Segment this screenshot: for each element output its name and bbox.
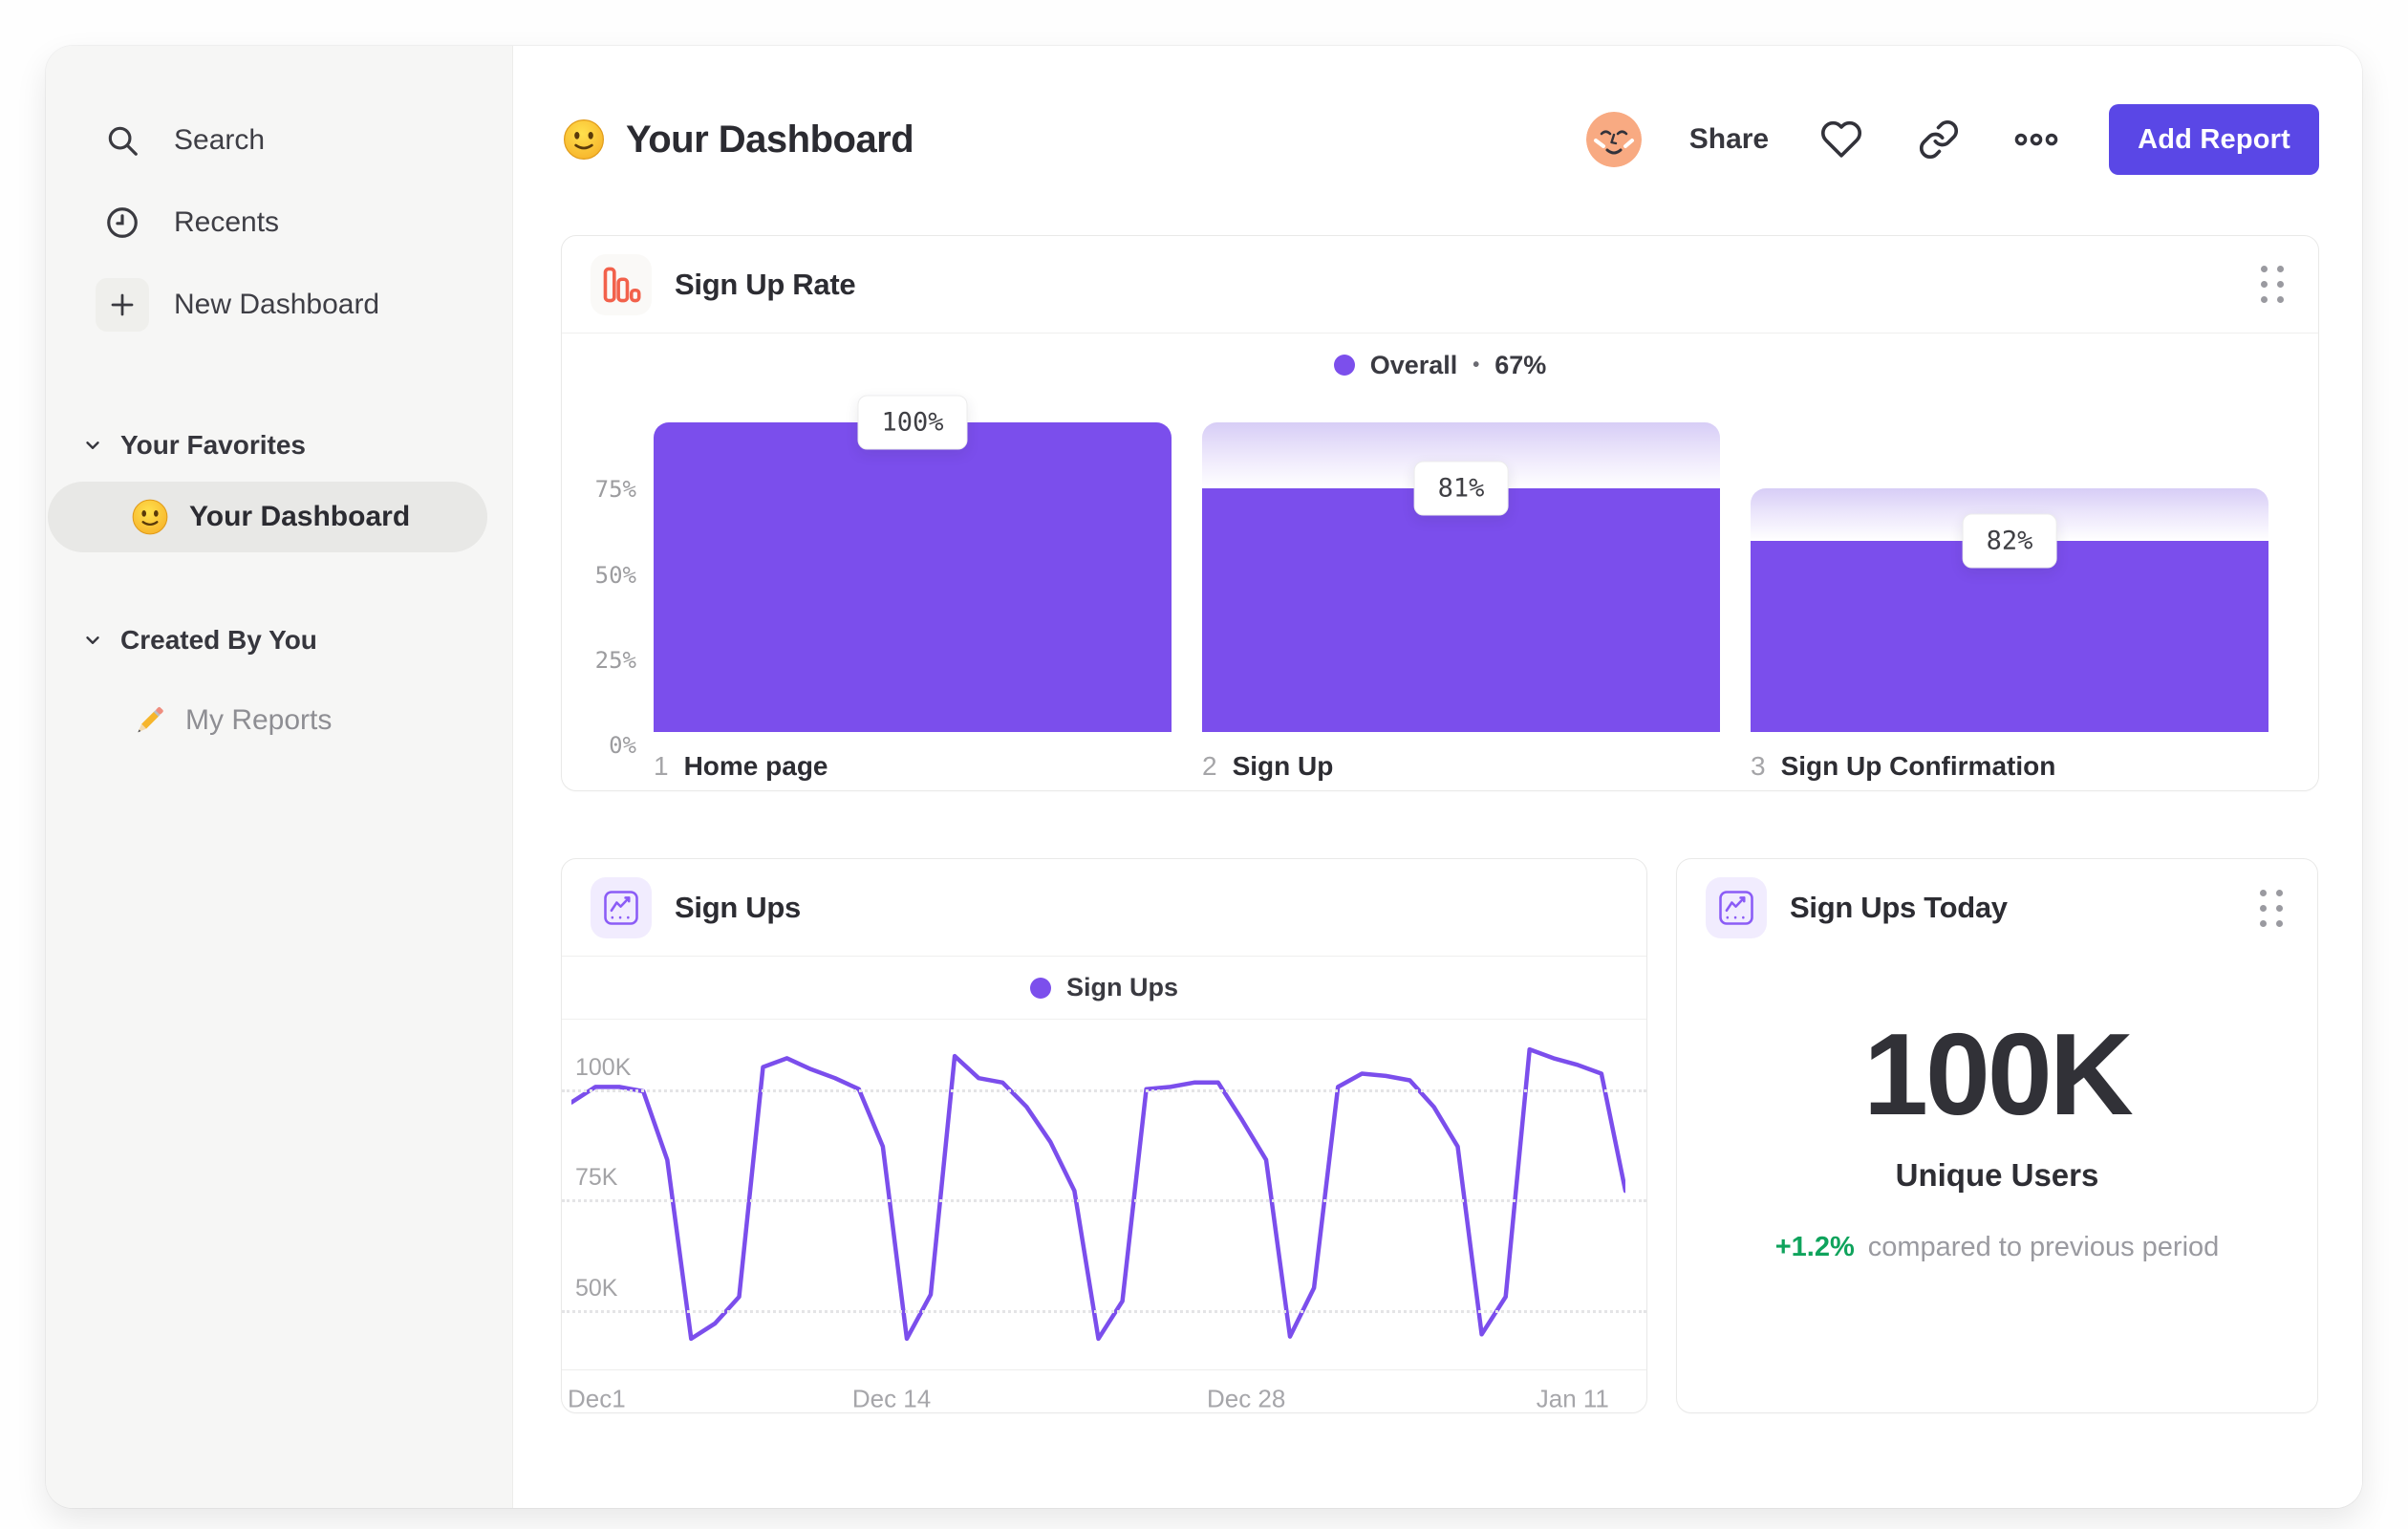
line-y-tick: 50K	[575, 1274, 618, 1302]
cards-row: Sign Ups Sign Ups 100K 75K 50K Dec1 Dec 14 D…	[561, 858, 2319, 1413]
sidebar-item-label: My Reports	[185, 704, 333, 736]
legend-separator: •	[1473, 354, 1480, 376]
sign-ups-line	[571, 1046, 1625, 1342]
stat-metric: Unique Users	[1895, 1157, 2099, 1193]
more-options-icon[interactable]	[2011, 115, 2061, 164]
sidebar-item-search[interactable]: Search	[46, 99, 512, 182]
funnel-step-column: 81% 2 Sign Up	[1202, 402, 1720, 782]
sign-ups-card: Sign Ups Sign Ups 100K 75K 50K Dec1 Dec 14 D…	[561, 858, 1647, 1413]
line-x-tick: Dec 14	[851, 1384, 932, 1412]
smiley-emoji	[130, 497, 170, 537]
funnel-y-tick: 25%	[594, 646, 636, 674]
smiley-emoji	[561, 117, 607, 162]
line-chart-icon	[591, 876, 652, 938]
pencil-emoji	[130, 701, 168, 740]
funnel-step-column: 100% 1 Home page	[654, 395, 1172, 782]
funnel-y-tick: 75%	[594, 476, 636, 504]
copy-link-icon[interactable]	[1914, 115, 1964, 164]
funnel-y-tick: 0%	[609, 732, 636, 760]
legend-label: Sign Ups	[1065, 973, 1178, 1001]
stat-delta: +1.2%	[1774, 1232, 1855, 1262]
line-chart-x-axis: Dec1 Dec 14 Dec 28 Jan 11	[562, 1369, 1646, 1412]
line-chart-plot: 100K 75K 50K	[562, 1027, 1646, 1367]
funnel-step-label: 2 Sign Up	[1202, 751, 1334, 781]
card-title: Sign Ups	[675, 890, 801, 924]
sign-up-rate-card: Sign Up Rate Overall • 67% 75% 50% 25% 0% 1…	[561, 235, 2319, 791]
legend-label: Overall	[1369, 350, 1458, 379]
funnel-conversion-badge: 100%	[857, 395, 968, 450]
funnel-bar[interactable]	[654, 421, 1172, 732]
section-created-by-you[interactable]: Created By You	[46, 614, 512, 667]
legend-value: 67%	[1494, 350, 1547, 379]
add-report-button[interactable]: Add Report	[2109, 104, 2319, 175]
drag-handle-icon[interactable]	[2254, 884, 2289, 933]
line-x-tick: Dec1	[567, 1384, 626, 1412]
sidebar-item-my-reports[interactable]: My Reports	[46, 692, 512, 749]
sign-ups-today-card: Sign Ups Today 100K Unique Users +1.2% c…	[1676, 858, 2318, 1413]
section-title: Created By You	[120, 625, 317, 655]
page-title: Your Dashboard	[561, 117, 914, 162]
chevron-down-icon	[86, 636, 99, 644]
header-actions: Share Add Report	[1585, 104, 2319, 175]
clock-icon	[96, 196, 149, 249]
line-legend[interactable]: Sign Ups	[562, 957, 1646, 1020]
funnel-legend[interactable]: Overall • 67%	[562, 334, 2318, 397]
drag-handle-icon[interactable]	[2255, 260, 2290, 309]
stat-delta-note: compared to previous period	[1867, 1232, 2220, 1262]
funnel-step-label: 3 Sign Up Confirmation	[1751, 751, 2056, 781]
stat-delta-row: +1.2% compared to previous period	[1775, 1232, 2220, 1263]
funnel-step-label: 1 Home page	[654, 751, 828, 781]
gridline	[562, 1088, 1646, 1092]
funnel-bar[interactable]	[1202, 487, 1720, 732]
sidebar-item-label: New Dashboard	[174, 289, 380, 320]
line-x-tick: Jan 11	[1536, 1384, 1609, 1412]
sidebar-item-label: Search	[174, 124, 266, 156]
search-icon	[96, 114, 149, 167]
line-card-header: Sign Ups	[562, 859, 1646, 957]
section-your-favorites[interactable]: Your Favorites	[46, 419, 512, 472]
dashboard-header: Your Dashboard Share Add Report	[561, 96, 2319, 183]
avatar[interactable]	[1585, 112, 1642, 167]
funnel-chart-icon	[591, 253, 652, 315]
favorite-heart-icon[interactable]	[1817, 115, 1866, 164]
funnel-bars: 100% 1 Home page 81% 2 Sign Up 82% 3 Sign Up Con…	[654, 395, 2268, 782]
stat-card-header: Sign Ups Today	[1677, 859, 2317, 957]
funnel-step-column: 82% 3 Sign Up Confirmation	[1751, 402, 2268, 782]
chevron-down-icon	[86, 441, 99, 449]
line-chart-icon	[1706, 877, 1767, 938]
section-title: Your Favorites	[120, 430, 306, 460]
line-y-tick: 100K	[575, 1053, 632, 1081]
share-button[interactable]: Share	[1689, 123, 1769, 156]
sidebar-item-label: Your Dashboard	[189, 501, 411, 532]
funnel-conversion-badge: 81%	[1413, 461, 1509, 516]
line-y-tick: 75K	[575, 1164, 618, 1192]
card-title: Sign Up Rate	[675, 267, 856, 301]
legend-dot	[1029, 977, 1051, 999]
funnel-card-header: Sign Up Rate	[562, 236, 2318, 334]
app-window: Search Recents New Dashboard Your Favori…	[46, 46, 2362, 1508]
gridline	[562, 1199, 1646, 1203]
funnel-y-axis: 75% 50% 25% 0%	[587, 402, 654, 782]
funnel-y-tick: 50%	[594, 561, 636, 589]
funnel-conversion-badge: 82%	[1962, 513, 2057, 569]
sidebar-item-new-dashboard[interactable]: New Dashboard	[46, 264, 512, 346]
gridline	[562, 1309, 1646, 1313]
stat-value: 100K	[1863, 1009, 2134, 1139]
stat-body: 100K Unique Users +1.2% compared to prev…	[1677, 957, 2317, 1412]
sidebar-item-recents[interactable]: Recents	[46, 182, 512, 264]
legend-dot	[1333, 355, 1355, 376]
plus-icon	[96, 278, 149, 332]
line-x-tick: Dec 28	[1206, 1384, 1286, 1412]
sidebar: Search Recents New Dashboard Your Favori…	[46, 46, 513, 1508]
funnel-bar[interactable]	[1751, 540, 2268, 732]
card-title: Sign Ups Today	[1790, 891, 2008, 924]
sidebar-item-your-dashboard[interactable]: Your Dashboard	[48, 482, 487, 552]
sidebar-item-label: Recents	[174, 206, 280, 238]
funnel-chart: 75% 50% 25% 0% 100% 1 Home page 81% 2 Sign Up 82%…	[562, 395, 2318, 782]
main-content: Your Dashboard Share Add Report Sign Up …	[513, 46, 2362, 1508]
